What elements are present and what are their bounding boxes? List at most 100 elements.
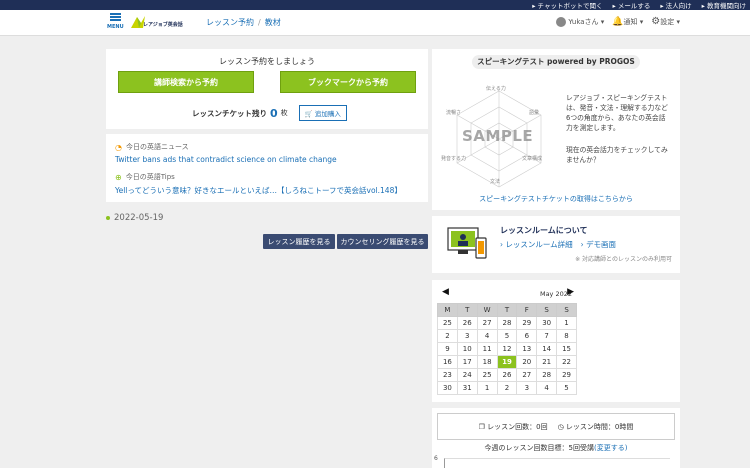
radar-label-structure: 文章構成 [522,156,543,162]
calendar-day[interactable]: 6 [516,329,538,343]
calendar-day[interactable]: 29 [516,316,538,330]
bookmark-button[interactable]: ブックマークから予約 [280,71,416,93]
calendar-day[interactable]: 1 [556,316,577,330]
calendar-day[interactable]: 27 [476,316,498,330]
calendar-day[interactable]: 31 [456,381,478,395]
education-link-label: 教育機関向け [707,2,746,10]
history-date-row: 2022-05-19 [106,213,163,223]
lesson-time-item: ◷ レッスン時間：0時間 [558,422,634,432]
notify-menu[interactable]: 🔔通知 ▾ [612,17,643,27]
reserve-title: レッスン予約をしましょう [219,57,315,66]
calendar-day[interactable]: 25 [476,368,498,382]
calendar-day[interactable]: 18 [476,355,498,369]
news-label-row: ◔ 今日の英語ニュース [115,142,419,152]
calendar-day[interactable]: 2 [496,381,518,395]
calendar-day[interactable]: 30 [437,381,458,395]
calendar-day[interactable]: 4 [476,329,498,343]
week-row: 2 3 4 5 6 7 8 [437,329,577,343]
mail-link[interactable]: ▸ メールする [612,0,650,10]
calendar-day[interactable]: 15 [556,342,577,356]
counseling-history-button[interactable]: カウンセリング履歴を見る [337,234,428,249]
globe-icon: ⊕ [115,172,122,182]
calendar-day[interactable]: 5 [496,329,518,343]
goal-change-link[interactable]: (変更する) [594,444,627,452]
calendar-month: May 2022 [539,290,573,298]
lesson-history-button[interactable]: レッスン履歴を見る [263,234,335,249]
tips-label: 今日の英語Tips [125,173,175,181]
calendar-day[interactable]: 4 [536,381,558,395]
calendar-day[interactable]: 5 [556,381,577,395]
demo-label: デモ画面 [586,240,617,249]
calendar-day[interactable]: 9 [437,342,458,356]
calendar-day[interactable]: 3 [516,381,538,395]
menu-button[interactable]: MENU [107,13,124,33]
lesson-time: レッスン時間：0時間 [565,422,634,431]
nav-lesson-reserve[interactable]: レッスン予約 [206,18,254,27]
calendar-day[interactable]: 2 [437,329,458,343]
notify-label: 通知 [623,17,638,26]
calendar-day[interactable]: 14 [536,342,558,356]
news-link[interactable]: Twitter bans ads that contradict science… [115,155,419,164]
week-row: 23 24 25 26 27 28 29 [437,368,577,382]
add-purchase-label: 追加購入 [314,110,341,118]
header-nav: レッスン予約 / 教材 [206,17,281,28]
calendar-day[interactable]: 8 [556,329,577,343]
calendar-day[interactable]: 16 [437,355,458,369]
gear-icon: ⚙ [651,16,661,27]
radar-label-pronunciation: 発音する力 [441,156,467,162]
lesson-count-item: ❐ レッスン回数：0回 [479,422,548,432]
nav-materials[interactable]: 教材 [265,18,281,27]
week-row: 16 17 18 19 20 21 22 [437,355,577,369]
calendar-day[interactable]: 24 [456,368,478,382]
education-link[interactable]: ▸ 教育機関向け [702,0,746,10]
calendar-day[interactable]: 23 [437,368,458,382]
lesson-room-note: ※ 対応講師とのレッスンのみ利用可 [575,256,672,263]
weekday-header: T [496,303,518,317]
mail-link-label: メールする [617,2,651,10]
corporate-link[interactable]: ▸ 法人向け [660,0,691,10]
ticket-unit: 枚 [280,109,288,117]
settings-menu[interactable]: ⚙設定 ▾ [651,16,680,27]
chart-y-tick: 6 [434,455,438,462]
calendar-day[interactable]: 28 [496,316,518,330]
calendar-day[interactable]: 10 [456,342,478,356]
calendar-day[interactable]: 29 [556,368,577,382]
teacher-search-button[interactable]: 講師検索から予約 [118,71,254,93]
tips-link[interactable]: Yellってどういう意味？好きなエールといえば…【しろねこトーフで英会話vol.… [115,185,419,196]
next-month-icon[interactable]: ▶ [567,287,574,297]
calendar-day[interactable]: 3 [456,329,478,343]
calendar-day[interactable]: 26 [496,368,518,382]
calendar-day[interactable]: 22 [556,355,577,369]
calendar-day[interactable]: 27 [516,368,538,382]
weekday-header: T [456,303,478,317]
calendar-day[interactable]: 11 [476,342,498,356]
calendar-day[interactable]: 13 [516,342,538,356]
calendar-day-today[interactable]: 19 [496,355,518,369]
calendar-day[interactable]: 28 [536,368,558,382]
weekday-header: S [556,303,577,317]
goal-label: 今週のレッスン回数目標： [484,444,569,452]
calendar-day[interactable]: 30 [536,316,558,330]
calendar-day[interactable]: 21 [536,355,558,369]
calendar-day[interactable]: 26 [456,316,478,330]
demo-link[interactable]: › デモ画面 [581,239,616,250]
calendar-day[interactable]: 7 [536,329,558,343]
calendar-day[interactable]: 20 [516,355,538,369]
speaking-ticket-link[interactable]: スピーキングテストチケットの取得はこちらから [432,194,680,204]
lesson-room-detail-link[interactable]: › レッスンルーム詳細 [500,239,573,250]
top-utility-bar: ▸ チャットボットで聞く ▸ メールする ▸ 法人向け ▸ 教育機関向け [0,0,750,10]
calendar-day[interactable]: 12 [496,342,518,356]
calendar-day[interactable]: 25 [437,316,458,330]
calendar-day[interactable]: 17 [456,355,478,369]
header-user-area: Yukaさん ▾ 🔔通知 ▾ ⚙設定 ▾ [556,16,680,27]
add-purchase-button[interactable]: 🛒 追加購入 [298,105,347,121]
chatbot-link-label: チャットボットで聞く [537,2,603,10]
hamburger-icon [109,13,121,15]
news-label: 今日の英語ニュース [125,143,189,151]
user-menu[interactable]: Yukaさん ▾ [556,16,604,27]
calendar-day[interactable]: 1 [476,381,498,395]
logo-text: レアジョブ英会話 [143,22,183,28]
speaking-title: スピーキングテスト powered by PROGOS [472,55,640,69]
chatbot-link[interactable]: ▸ チャットボットで聞く [532,0,602,10]
stats-card: ❐ レッスン回数：0回 ◷ レッスン時間：0時間 今週のレッスン回数目標：5回受… [432,408,680,468]
